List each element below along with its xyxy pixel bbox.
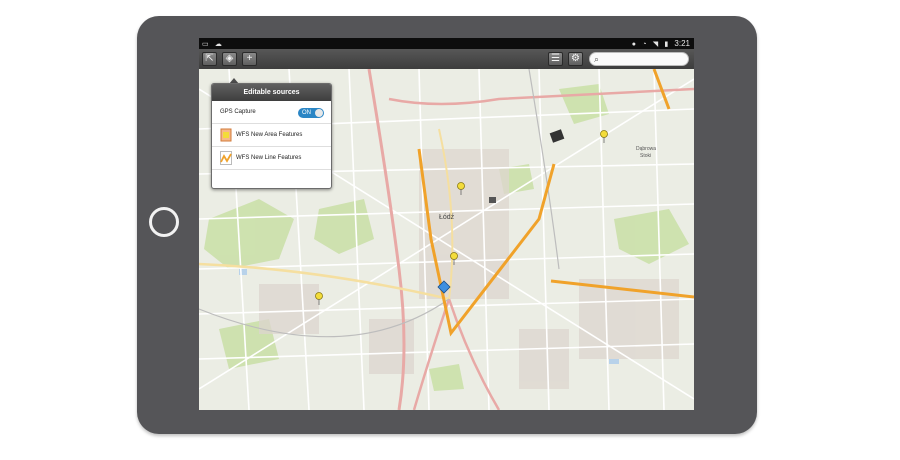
toolbar: ⇱ ◈ + ☰ ⚙ ⌕ [199,49,694,70]
panel-title: Editable sources [212,84,331,101]
status-time: 3:21 [674,39,690,48]
toggle-on-label: ON [302,110,311,116]
gps-capture-row: GPS Capture ON [212,101,331,124]
wfs-area-features-item[interactable]: WFS New Area Features [212,124,331,147]
home-button[interactable] [149,207,179,237]
toggle-knob [315,109,323,117]
search-box[interactable]: ⌕ [589,52,689,66]
back-icon[interactable]: ⇱ [202,52,217,66]
settings-icon[interactable]: ⚙ [568,52,583,66]
line-feature-icon [220,151,232,165]
editable-sources-panel: Editable sources GPS Capture ON WFS New … [211,83,332,189]
status-bar: ▭ ☁ ● ◔ ◥ ▮ 3:21 [199,38,694,49]
wfs-area-features-label: WFS New Area Features [236,132,303,138]
gps-capture-label: GPS Capture [220,109,256,115]
wfs-line-features-item[interactable]: WFS New Line Features [212,147,331,170]
tablet-frame: ▭ ☁ ● ◔ ◥ ▮ 3:21 ⇱ ◈ + ☰ ⚙ ⌕ Łódź Dąbrow… [137,16,757,434]
layers-icon[interactable]: ◈ [222,52,237,66]
gps-capture-toggle[interactable]: ON [298,108,324,118]
area-feature-icon [220,128,232,142]
map-city-label: Łódź [439,214,455,221]
search-input[interactable] [604,54,684,64]
add-icon[interactable]: + [242,52,257,66]
list-icon[interactable]: ☰ [548,52,563,66]
search-icon: ⌕ [594,54,600,64]
camera-marker[interactable] [489,197,496,203]
map-place-label: Dąbrowa [636,146,656,152]
wfs-line-features-label: WFS New Line Features [236,155,302,161]
map-place-label: Stoki [640,153,651,159]
tablet-screen: ▭ ☁ ● ◔ ◥ ▮ 3:21 ⇱ ◈ + ☰ ⚙ ⌕ Łódź Dąbrow… [199,38,694,410]
